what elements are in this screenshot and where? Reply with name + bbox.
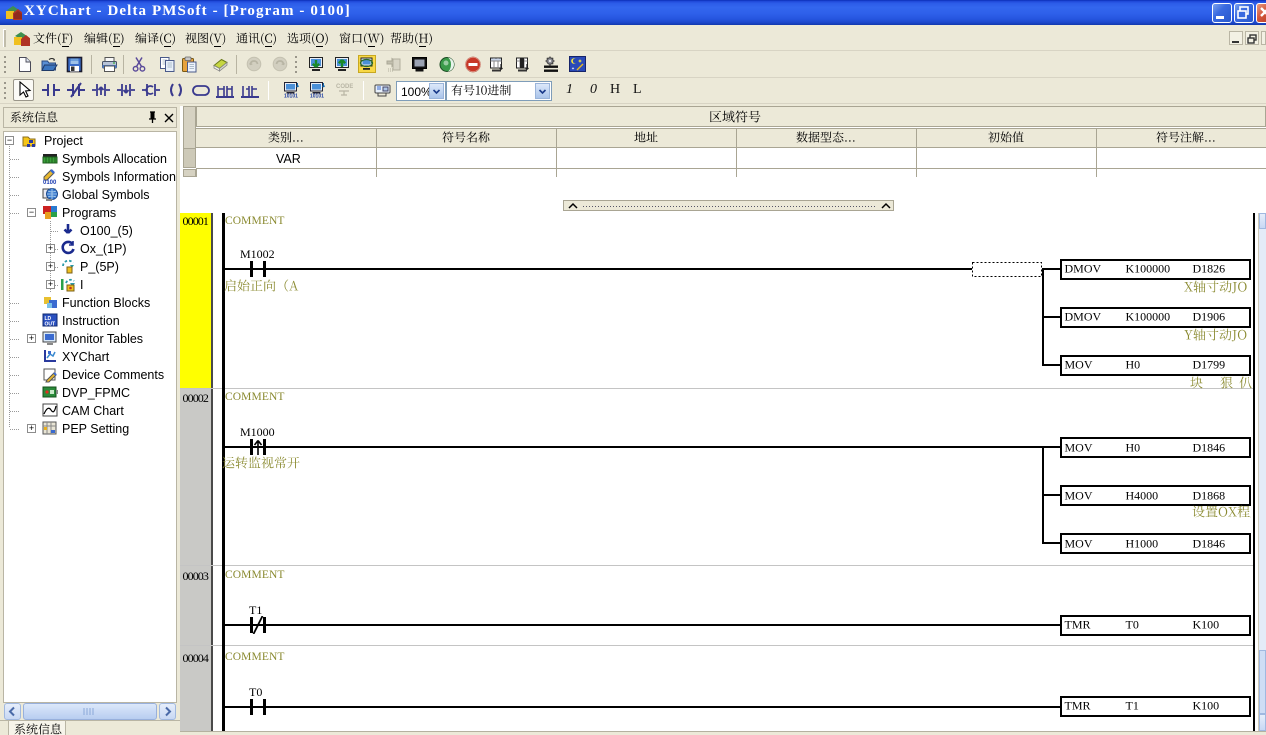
svg-text:0100: 0100 [43,180,57,185]
svg-text:CODE: CODE [336,84,353,90]
svg-text:10101: 10101 [310,94,324,100]
svg-text:10101: 10101 [284,94,298,100]
svg-text:OUT: OUT [45,322,56,328]
